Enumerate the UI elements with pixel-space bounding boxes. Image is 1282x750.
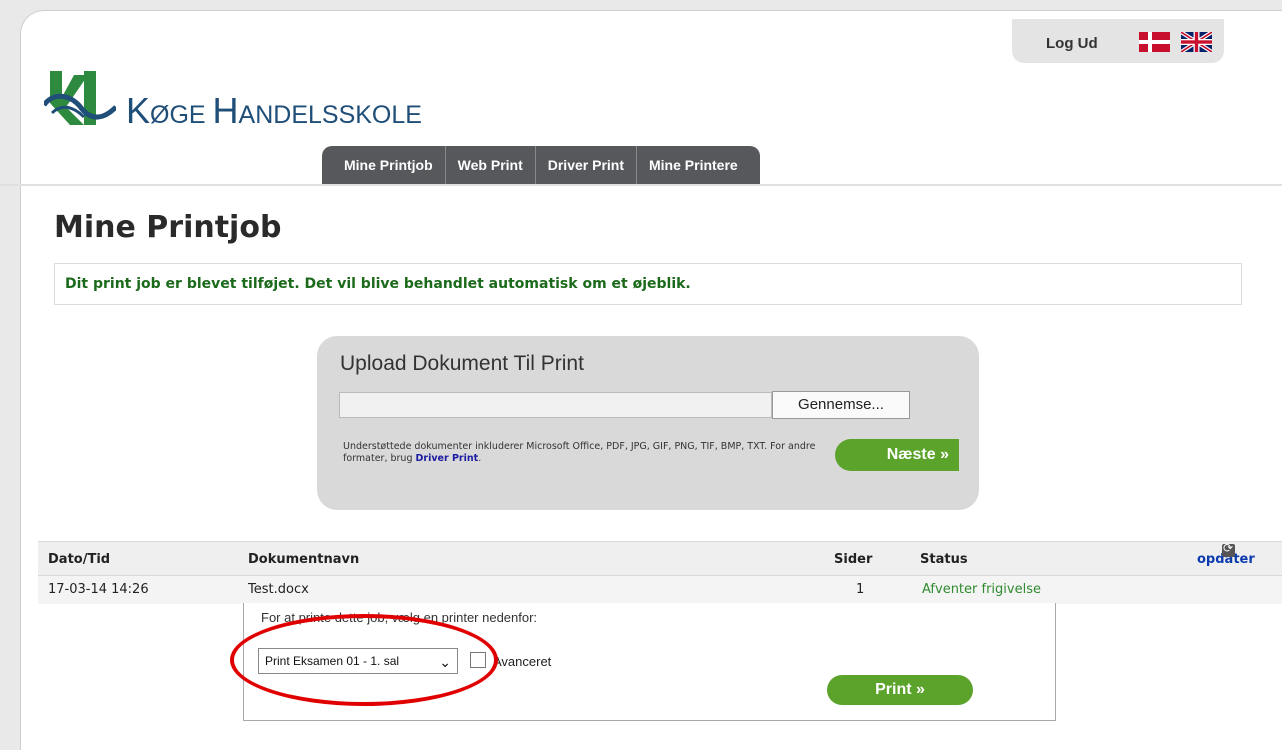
upload-title: Upload Dokument Til Print xyxy=(340,352,584,375)
printer-select[interactable]: Print Eksamen 01 - 1. sal ⌄ xyxy=(258,648,458,674)
uk-flag-icon[interactable] xyxy=(1181,32,1212,52)
cell-pages: 1 xyxy=(856,582,865,597)
upload-panel: Upload Dokument Til Print Gennemse... Un… xyxy=(317,336,979,510)
notice-text: Dit print job er blevet tilføjet. Det vi… xyxy=(65,276,691,292)
table-row[interactable]: 17-03-14 14:26 Test.docx 1 Afventer frig… xyxy=(38,576,1282,604)
cell-document: Test.docx xyxy=(248,582,309,597)
header-pages: Sider xyxy=(834,552,873,567)
header-date: Dato/Tid xyxy=(48,552,111,567)
main-nav: Mine Printjob Web Print Driver Print Min… xyxy=(322,146,760,184)
next-button[interactable]: Næste » xyxy=(835,439,959,471)
browse-button[interactable]: Gennemse... xyxy=(772,391,910,419)
nav-divider xyxy=(0,184,1282,186)
file-path-input[interactable] xyxy=(339,392,772,418)
success-notice: Dit print job er blevet tilføjet. Det vi… xyxy=(54,263,1242,305)
tab-mine-printere[interactable]: Mine Printere xyxy=(637,146,750,184)
jobs-table-header: Dato/Tid Dokumentnavn Sider Status opdat… xyxy=(38,541,1282,576)
refresh-icon[interactable] xyxy=(1222,541,1235,557)
tab-mine-printjob[interactable]: Mine Printjob xyxy=(332,146,446,184)
page-title: Mine Printjob xyxy=(54,210,282,245)
print-button[interactable]: Print » xyxy=(827,675,973,705)
danish-flag-icon[interactable] xyxy=(1139,32,1170,52)
print-panel: For at printe dette job, vælg en printer… xyxy=(243,603,1056,721)
printer-instruction: For at printe dette job, vælg en printer… xyxy=(261,610,538,625)
tab-driver-print[interactable]: Driver Print xyxy=(536,146,637,184)
school-name: KØGE HANDELSSKOLE xyxy=(126,90,422,131)
header-status: Status xyxy=(920,552,968,567)
header-document: Dokumentnavn xyxy=(248,552,360,567)
cell-date: 17-03-14 14:26 xyxy=(48,582,149,597)
school-logo-icon xyxy=(44,71,116,125)
tab-web-print[interactable]: Web Print xyxy=(446,146,536,184)
chevron-down-icon: ⌄ xyxy=(439,654,451,670)
advanced-checkbox[interactable] xyxy=(470,652,486,668)
logout-link[interactable]: Log Ud xyxy=(1046,35,1098,52)
supported-formats-text: Understøttede dokumenter inkluderer Micr… xyxy=(343,441,816,464)
advanced-label: Avanceret xyxy=(493,654,552,669)
driver-print-link[interactable]: Driver Print xyxy=(416,453,479,464)
cell-status: Afventer frigivelse xyxy=(922,582,1041,597)
